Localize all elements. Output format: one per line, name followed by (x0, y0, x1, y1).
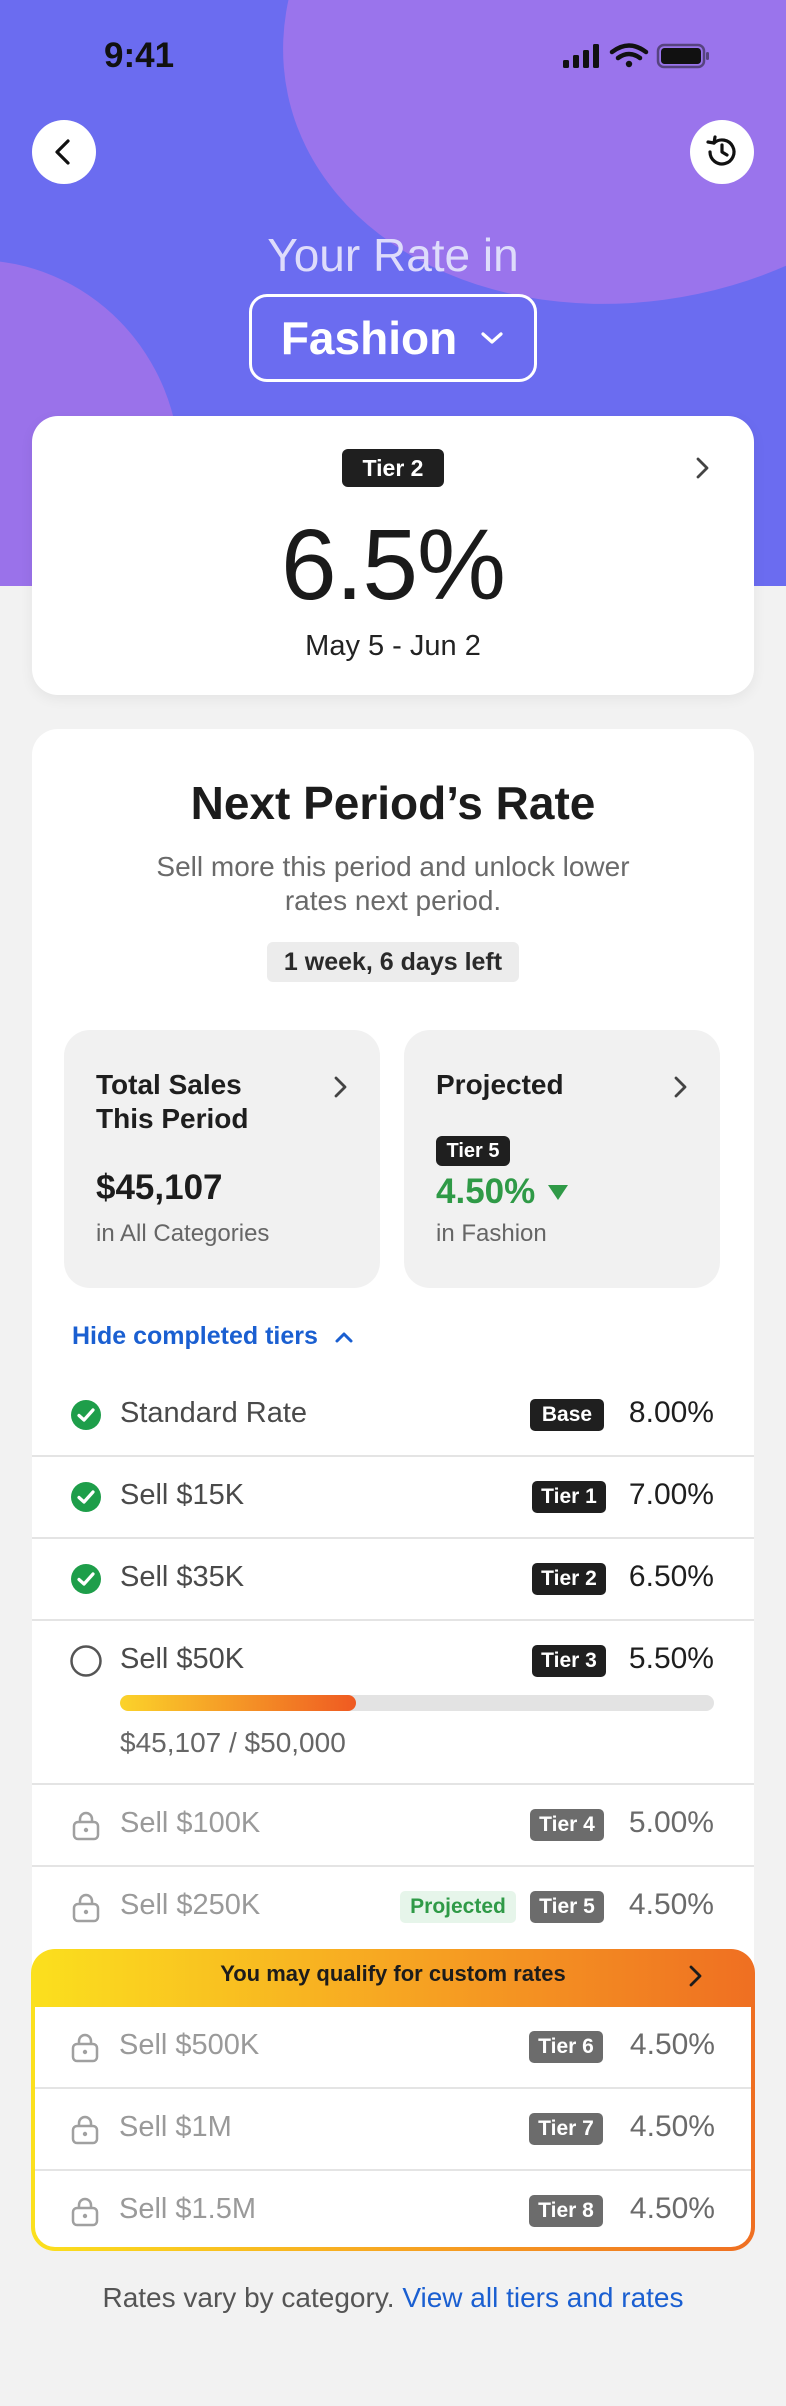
lock-icon (71, 2197, 99, 2227)
tier-row-1: Sell $15K Tier 1 7.00% (32, 1457, 754, 1539)
back-button[interactable] (32, 120, 96, 184)
custom-rates-box: You may qualify for custom rates Sell $5… (31, 1949, 755, 2251)
tier-row-8: Sell $1.5M Tier 8 4.50% (35, 2171, 751, 2253)
chevron-right-icon (674, 1076, 687, 1098)
tier-row-2: Sell $35K Tier 2 6.50% (32, 1539, 754, 1621)
tier-rate: 6.50% (628, 1560, 714, 1593)
tier-label: Sell $50K (120, 1643, 245, 1675)
tier-rate: 8.00% (628, 1396, 714, 1429)
current-tier-badge: Tier 2 (342, 449, 444, 487)
tier-row-base: Standard Rate Base 8.00% (32, 1375, 754, 1457)
projected-subtext: in Fashion (436, 1220, 547, 1247)
tier-rate: 5.50% (628, 1642, 714, 1675)
tier-label: Standard Rate (120, 1397, 308, 1429)
projected-tag: Projected (400, 1891, 516, 1923)
projected-rate-value: 4.50% (436, 1172, 536, 1211)
page-subtitle: Your Rate in (267, 229, 519, 281)
footer-note: Rates vary by category. View all tiers a… (0, 2282, 786, 2314)
tier-rate: 4.50% (629, 2192, 715, 2225)
status-time: 9:41 (104, 36, 175, 75)
lock-icon (71, 2033, 99, 2063)
chevron-up-icon (335, 1332, 353, 1342)
tier-badge: Tier 2 (532, 1563, 606, 1595)
tier-badge: Tier 3 (532, 1645, 606, 1677)
tier-rate: 4.50% (628, 1888, 714, 1921)
category-label: Fashion (280, 312, 458, 364)
tier-badge: Tier 7 (529, 2113, 603, 2145)
tier-badge: Tier 6 (529, 2031, 603, 2063)
tier-label: Sell $500K (119, 2029, 260, 2061)
signal-icon (563, 44, 599, 68)
progress-text: $45,107 / $50,000 (120, 1727, 346, 1758)
tier-label: Sell $250K (120, 1889, 261, 1921)
total-sales-value: $45,107 (96, 1168, 223, 1207)
tier-row-7: Sell $1M Tier 7 4.50% (35, 2089, 751, 2171)
tier-row-4: Sell $100K Tier 4 5.00% (32, 1785, 754, 1867)
chevron-right-icon (696, 457, 709, 479)
tier-badge: Tier 8 (529, 2195, 603, 2227)
lock-icon (72, 1811, 100, 1841)
projected-tier-badge: Tier 5 (436, 1136, 510, 1166)
lock-icon (72, 1893, 100, 1923)
chevron-down-icon (481, 332, 503, 344)
progress-track (120, 1695, 714, 1711)
chevron-left-icon (55, 139, 70, 165)
total-sales-card[interactable]: Total Sales This Period $45,107 in All C… (64, 1030, 380, 1288)
tier-badge: Tier 5 (530, 1891, 604, 1923)
tier-badge: Tier 1 (532, 1481, 606, 1513)
tier-label: Sell $35K (120, 1561, 245, 1593)
next-period-title: Next Period’s Rate (190, 777, 596, 829)
custom-rates-header[interactable]: You may qualify for custom rates (31, 1961, 755, 1987)
empty-circle-icon (70, 1645, 102, 1677)
period-dates: May 5 - Jun 2 (305, 630, 481, 662)
total-sales-title: Total Sales This Period (96, 1069, 249, 1134)
view-all-tiers-link[interactable]: View all tiers and rates (402, 2282, 683, 2313)
tier-rate: 4.50% (629, 2110, 715, 2143)
tier-label: Sell $100K (120, 1807, 261, 1839)
projected-card[interactable]: Projected Tier 5 4.50% in Fashion (404, 1030, 720, 1288)
history-icon (706, 135, 736, 166)
battery-icon (656, 43, 709, 69)
chevron-right-icon (689, 1965, 702, 1987)
chevron-right-icon (334, 1076, 347, 1098)
progress-fill (120, 1695, 356, 1711)
total-sales-subtext: in All Categories (96, 1220, 270, 1247)
hide-completed-toggle[interactable]: Hide completed tiers (72, 1322, 354, 1351)
category-dropdown[interactable]: Fashion (249, 294, 537, 382)
next-period-subtitle: Sell more this period and unlock lower r… (156, 851, 630, 916)
check-circle-icon (71, 1400, 101, 1430)
check-circle-icon (71, 1482, 101, 1512)
projected-title: Projected (436, 1069, 564, 1100)
tier-rate: 5.00% (628, 1806, 714, 1839)
time-left-badge: 1 week, 6 days left (267, 942, 519, 982)
footer-text: Rates vary by category. (102, 2282, 395, 2313)
tier-row-3-in-progress: Sell $50K Tier 3 5.50% $45,107 / $50,000 (32, 1621, 754, 1785)
status-bar: 9:41 (0, 0, 786, 110)
lock-icon (71, 2115, 99, 2145)
check-circle-icon (71, 1564, 101, 1594)
tier-label: Sell $1.5M (119, 2193, 257, 2225)
triangle-down-icon (548, 1185, 569, 1200)
tier-label: Sell $1M (119, 2111, 232, 2143)
tier-rate: 4.50% (629, 2028, 715, 2061)
projected-rate: 4.50% (436, 1172, 569, 1212)
tier-row-6: Sell $500K Tier 6 4.50% (35, 2007, 751, 2089)
custom-rates-header-text: You may qualify for custom rates (220, 1961, 566, 1986)
tier-rate: 7.00% (628, 1478, 714, 1511)
wifi-icon (609, 43, 649, 68)
hide-completed-label: Hide completed tiers (72, 1322, 318, 1350)
tier-label: Sell $15K (120, 1479, 245, 1511)
history-button[interactable] (690, 120, 754, 184)
status-icons (560, 42, 720, 77)
tier-badge: Base (530, 1399, 604, 1431)
tier-badge: Tier 4 (530, 1809, 604, 1841)
current-rate-value: 6.5% (281, 509, 506, 621)
tier-row-5: Sell $250K Projected Tier 5 4.50% (32, 1867, 754, 1949)
custom-rates-list: Sell $500K Tier 6 4.50% Sell $1M Tier 7 … (35, 2007, 751, 2247)
